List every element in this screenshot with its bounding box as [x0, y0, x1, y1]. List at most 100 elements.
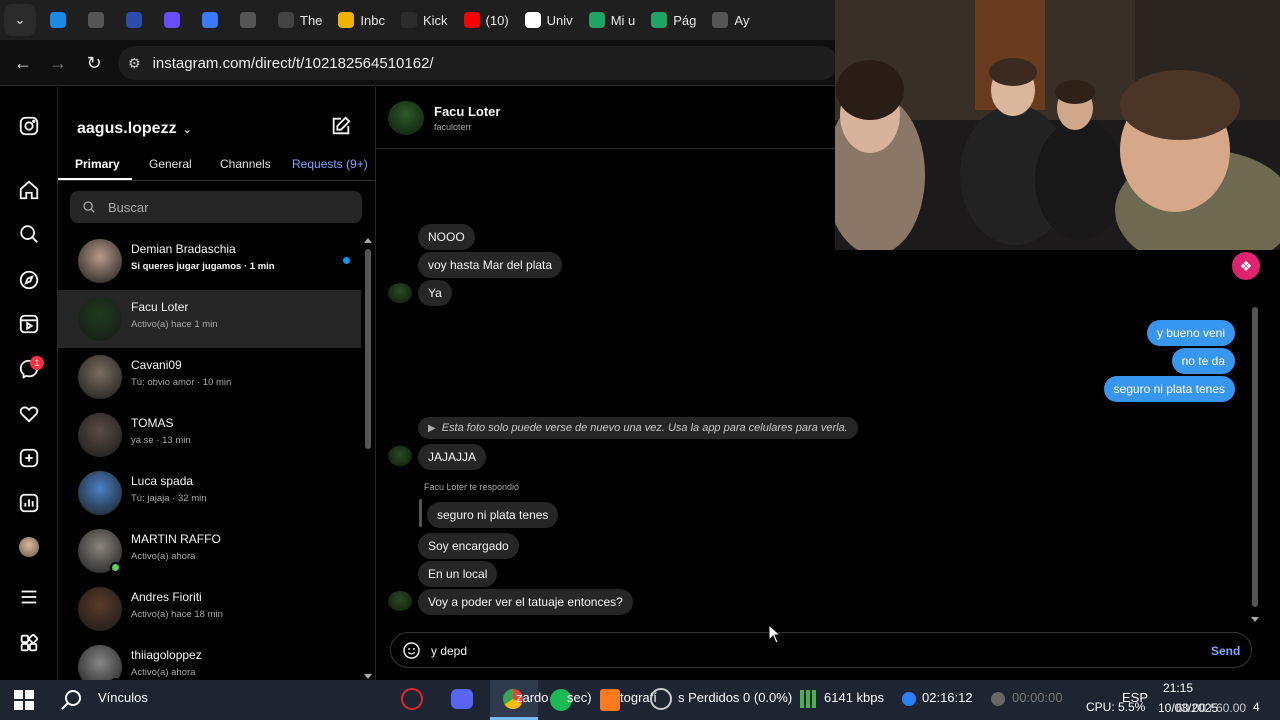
browser-tab[interactable]: Univ: [517, 5, 581, 35]
bitrate-icon: [800, 690, 816, 708]
thread-row[interactable]: Demian Bradaschia Si queres jugar jugamos…: [58, 232, 361, 290]
notification-count[interactable]: 4: [1253, 700, 1260, 714]
message-in[interactable]: voy hasta Mar del plata: [418, 252, 563, 278]
browser-tab[interactable]: [194, 5, 232, 35]
thread-row[interactable]: Andres Fioriti Activo(a) hace 18 min: [58, 580, 361, 638]
discord-icon[interactable]: [451, 689, 473, 709]
opera-icon[interactable]: [401, 688, 423, 710]
chat-avatar[interactable]: [388, 101, 424, 135]
message-in[interactable]: Voy a poder ver el tatuaje entonces?: [418, 589, 633, 615]
message-out[interactable]: seguro ni plata tenes: [1103, 376, 1235, 402]
contact-mini-avatar: [388, 446, 412, 466]
back-button[interactable]: ←: [8, 48, 38, 78]
thread-row[interactable]: Cavani09 Tú: obvio amor · 10 min: [58, 348, 361, 406]
floating-action-button[interactable]: ❖: [1232, 252, 1260, 280]
thread-avatar: [78, 413, 122, 457]
home-icon[interactable]: [17, 178, 41, 202]
message-input-text: y depd: [431, 644, 468, 658]
browser-tab[interactable]: Mi u: [581, 5, 644, 35]
send-button[interactable]: Send: [1211, 644, 1240, 658]
thread-name: MARTIN RAFFO: [131, 532, 221, 546]
browser-tab[interactable]: Inbc: [330, 5, 393, 35]
chat-contact-name[interactable]: Facu Loter: [434, 104, 500, 119]
thread-row[interactable]: Facu Loter Activo(a) hace 1 min: [58, 290, 361, 348]
thread-row[interactable]: TOMAS ya se · 13 min: [58, 406, 361, 464]
browser-tab[interactable]: Ay: [704, 5, 757, 35]
message-in[interactable]: NOOO: [418, 224, 475, 250]
view-once-photo-notice[interactable]: ▶ Esta foto solo puede verse de nuevo un…: [418, 417, 858, 439]
fps-value: 60.00 / 60.00: [1176, 701, 1247, 715]
create-icon[interactable]: [17, 446, 41, 470]
browser-tab[interactable]: (10): [456, 5, 517, 35]
thread-list-scrollbar[interactable]: [363, 237, 373, 680]
browser-tab[interactable]: [232, 5, 270, 35]
reply-quote[interactable]: seguro ni plata tenes: [427, 502, 559, 528]
thread-name: Facu Loter: [131, 300, 189, 314]
taskbar-item[interactable]: zardo: [516, 690, 549, 705]
account-switcher[interactable]: aagus.lopezz ⌄: [77, 120, 192, 138]
taskbar-item[interactable]: s Perdidos 0 (0.0%): [678, 690, 792, 705]
inbox-tabs: Primary General Channels Requests (9+): [58, 147, 376, 181]
apps-icon[interactable]: [17, 631, 41, 655]
reply-label: Facu Loter te respondió: [424, 482, 520, 492]
tab-requests[interactable]: Requests (9+): [292, 157, 368, 171]
obs-icon[interactable]: [650, 688, 672, 710]
site-info-icon[interactable]: ⚙: [128, 55, 141, 72]
online-indicator: [110, 562, 121, 573]
search-placeholder: Buscar: [108, 199, 149, 215]
tab-channels[interactable]: Channels: [220, 157, 271, 171]
menu-icon[interactable]: [17, 585, 41, 609]
thread-row[interactable]: Luca spada Tú: jajaja · 32 min: [58, 464, 361, 522]
compose-button[interactable]: [330, 115, 354, 139]
dashboard-icon[interactable]: [17, 491, 41, 515]
profile-avatar[interactable]: [17, 535, 41, 559]
webcam-image: [835, 0, 1280, 250]
browser-tab[interactable]: [156, 5, 194, 35]
chat-scrollbar[interactable]: [1250, 287, 1260, 667]
browser-tab-label: (10): [485, 12, 509, 28]
heart-icon[interactable]: [17, 402, 41, 426]
thread-preview: Tú: jajaja · 32 min: [131, 493, 207, 504]
search-input[interactable]: Buscar: [70, 191, 362, 223]
message-in[interactable]: JAJAJJA: [418, 444, 487, 470]
thread-preview: Si queres jugar jugamos · 1 min: [131, 261, 275, 272]
forward-button[interactable]: →: [43, 48, 73, 78]
explore-icon[interactable]: [17, 268, 41, 292]
message-in[interactable]: En un local: [418, 561, 498, 587]
search-icon[interactable]: [17, 222, 41, 246]
s-icon: [164, 12, 180, 28]
clock-time[interactable]: 21:15: [1163, 681, 1193, 695]
view-once-text: Esta foto solo puede verse de nuevo una …: [441, 422, 848, 434]
thread-row[interactable]: MARTIN RAFFO Activo(a) ahora: [58, 522, 361, 580]
taskbar-item[interactable]: sec): [567, 690, 592, 705]
browser-tab[interactable]: [80, 5, 118, 35]
browser-tab[interactable]: Kick: [393, 5, 456, 35]
reload-icon: ↻: [86, 52, 102, 73]
tab-general[interactable]: General: [149, 157, 192, 171]
taskbar-search-label[interactable]: Vínculos: [98, 690, 148, 705]
tab-primary[interactable]: Primary: [75, 157, 120, 171]
message-in[interactable]: Ya: [418, 280, 452, 306]
reload-button[interactable]: ↻: [79, 48, 109, 78]
browser-tab[interactable]: [42, 5, 80, 35]
windows-start-button[interactable]: [14, 690, 34, 715]
browser-tab-label: Ay: [734, 12, 750, 28]
thread-name: Demian Bradaschia: [131, 242, 236, 256]
sparkle-icon: ❖: [1239, 257, 1253, 274]
emoji-icon[interactable]: [402, 641, 421, 660]
reels-icon[interactable]: [17, 312, 41, 336]
openai-icon: [712, 12, 729, 28]
thread-name: thiiagoloppez: [131, 648, 202, 662]
browser-tab[interactable]: Pág: [643, 5, 704, 35]
message-out[interactable]: y bueno veni: [1146, 320, 1235, 346]
browser-tab[interactable]: The: [270, 5, 330, 35]
message-in[interactable]: Soy encargado: [418, 533, 519, 559]
message-composer[interactable]: y depd Send: [390, 632, 1252, 668]
message-out[interactable]: no te da: [1171, 348, 1235, 374]
instagram-logo-icon[interactable]: [17, 114, 41, 138]
url-field[interactable]: ⚙ instagram.com/direct/t/102182564510162…: [118, 46, 838, 80]
browser-tab[interactable]: [118, 5, 156, 35]
fl-studio-icon[interactable]: [600, 689, 620, 711]
tab-search-button[interactable]: ⌄: [4, 4, 36, 36]
taskbar-search-icon[interactable]: [60, 688, 84, 717]
